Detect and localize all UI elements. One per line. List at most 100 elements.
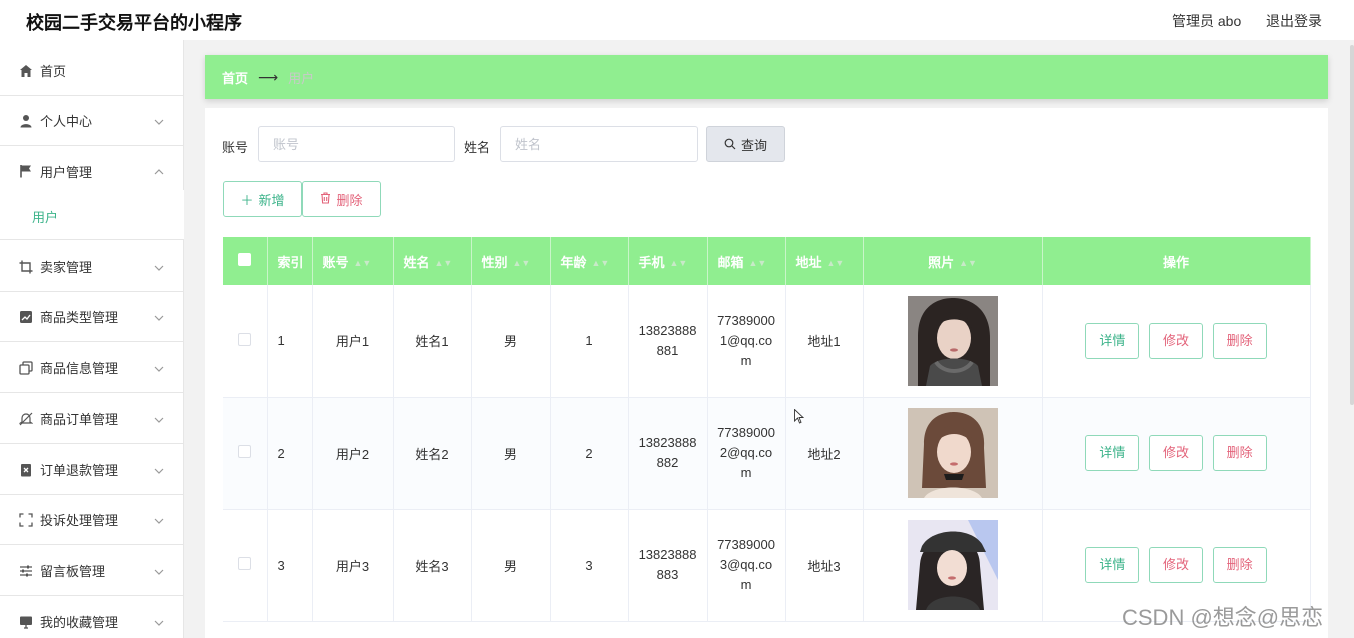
account-input[interactable] — [258, 126, 455, 162]
arrow-right-icon: ⟶ — [258, 68, 279, 85]
delete-button[interactable]: 删除 — [1212, 435, 1267, 471]
batch-delete-button[interactable]: 删除 — [302, 181, 381, 217]
chevron-up-icon — [154, 165, 164, 175]
watermark: CSDN @想念@思恋 — [1122, 605, 1324, 630]
header-address[interactable]: 地址 ▲▼ — [785, 237, 864, 285]
sidebar-item-refund[interactable]: 订单退款管理 — [0, 445, 184, 495]
sidebar-item-product-type[interactable]: 商品类型管理 — [0, 292, 184, 342]
select-all-checkbox[interactable] — [223, 237, 268, 285]
cell-age: 3 — [550, 509, 629, 622]
cell-account: 用户3 — [312, 509, 394, 622]
table-row: 2 用户2 姓名2 男 2 13823888882 773890002@qq.c… — [223, 397, 1311, 510]
sidebar-item-label: 商品订单管理 — [40, 412, 119, 427]
sort-icon[interactable]: ▲▼ — [513, 258, 531, 268]
add-button[interactable]: ＋ 新增 — [223, 181, 302, 217]
cell-address: 地址1 — [785, 285, 864, 398]
header-email[interactable]: 邮箱 ▲▼ — [707, 237, 786, 285]
delete-button[interactable]: 删除 — [1212, 547, 1267, 583]
chart-icon — [18, 309, 34, 325]
breadcrumb-home[interactable]: 首页 — [222, 68, 248, 87]
cell-email: 773890003@qq.com — [707, 509, 786, 622]
name-input[interactable] — [500, 126, 698, 162]
cell-actions: 详情 修改 删除 — [1042, 285, 1311, 398]
header-account[interactable]: 账号 ▲▼ — [312, 237, 394, 285]
sort-icon[interactable]: ▲▼ — [670, 258, 688, 268]
cell-gender: 男 — [471, 285, 551, 398]
row-checkbox[interactable] — [223, 285, 268, 398]
sidebar-item-product-info[interactable]: 商品信息管理 — [0, 343, 184, 393]
trash-icon — [320, 191, 331, 207]
detail-button[interactable]: 详情 — [1085, 322, 1140, 359]
sidebar-item-label: 留言板管理 — [40, 564, 106, 579]
sort-icon[interactable]: ▲▼ — [435, 258, 453, 268]
cell-index: 2 — [267, 397, 313, 510]
sidebar-item-user-management[interactable]: 用户管理 — [0, 146, 184, 196]
user-info: 管理员 abo — [1172, 13, 1242, 29]
chevron-down-icon — [154, 565, 164, 575]
header-name[interactable]: 姓名 ▲▼ — [393, 237, 472, 285]
sort-icon[interactable]: ▲▼ — [354, 258, 372, 268]
cell-phone: 13823888881 — [628, 285, 708, 398]
cell-age: 1 — [550, 285, 629, 398]
sidebar: 首页 个人中心 用户管理 用户 卖家管理 商品类型管理 商品信息管理 商品订单管… — [0, 40, 184, 638]
sidebar-subitem-user[interactable]: 用户 — [0, 190, 184, 240]
edit-button[interactable]: 修改 — [1149, 435, 1203, 471]
user-photo-1[interactable] — [907, 295, 998, 386]
sort-icon[interactable]: ▲▼ — [592, 258, 610, 268]
chevron-down-icon — [154, 464, 164, 474]
sidebar-item-profile[interactable]: 个人中心 — [0, 96, 184, 146]
sidebar-item-label: 商品信息管理 — [40, 361, 119, 376]
page-scrollbar[interactable] — [1350, 45, 1354, 405]
user-photo-2[interactable] — [907, 408, 998, 498]
cell-account: 用户2 — [312, 397, 394, 510]
edit-button[interactable]: 修改 — [1149, 547, 1203, 583]
account-label: 账号 — [222, 140, 249, 155]
sliders-icon — [18, 563, 34, 579]
query-button[interactable]: 查询 — [706, 126, 785, 162]
cell-gender: 男 — [471, 509, 551, 622]
logout-link[interactable]: 退出登录 — [1266, 11, 1322, 31]
cell-account: 用户1 — [312, 285, 394, 398]
header-actions: 操作 — [1042, 237, 1311, 285]
sort-icon[interactable]: ▲▼ — [959, 258, 977, 268]
sidebar-item-favorites[interactable]: 我的收藏管理 — [0, 597, 184, 638]
header-phone[interactable]: 手机 ▲▼ — [628, 237, 708, 285]
cell-photo — [863, 397, 1043, 510]
plus-icon: ＋ — [240, 192, 254, 208]
row-checkbox[interactable] — [223, 509, 268, 622]
delete-button-label: 删除 — [336, 192, 363, 208]
chevron-down-icon — [154, 514, 164, 524]
sidebar-subitem-label: 用户 — [32, 210, 59, 225]
cell-age: 2 — [550, 397, 629, 510]
sidebar-item-seller-management[interactable]: 卖家管理 — [0, 242, 184, 292]
header-photo[interactable]: 照片 ▲▼ — [863, 237, 1043, 285]
edit-button[interactable]: 修改 — [1149, 322, 1203, 359]
header-index: 索引 — [267, 237, 313, 285]
detail-button[interactable]: 详情 — [1085, 547, 1140, 583]
sidebar-item-label: 投诉处理管理 — [40, 513, 119, 528]
monitor-icon — [18, 614, 34, 630]
flag-icon — [18, 163, 34, 179]
detail-button[interactable]: 详情 — [1085, 435, 1140, 471]
user-photo-3[interactable] — [907, 520, 998, 610]
crop-icon — [18, 259, 34, 275]
breadcrumb-current: 用户 — [288, 70, 315, 86]
sort-icon[interactable]: ▲▼ — [749, 258, 767, 268]
sidebar-item-label: 个人中心 — [40, 114, 93, 129]
sidebar-item-home[interactable]: 首页 — [0, 46, 184, 96]
sidebar-item-complaint[interactable]: 投诉处理管理 — [0, 495, 184, 545]
cell-name: 姓名3 — [393, 509, 472, 622]
chevron-down-icon — [154, 616, 164, 626]
delete-button[interactable]: 删除 — [1212, 322, 1267, 359]
header-age[interactable]: 年龄 ▲▼ — [550, 237, 629, 285]
sidebar-item-message-board[interactable]: 留言板管理 — [0, 546, 184, 596]
sidebar-item-product-order[interactable]: 商品订单管理 — [0, 394, 184, 444]
header-gender[interactable]: 性别 ▲▼ — [471, 237, 551, 285]
chevron-down-icon — [154, 115, 164, 125]
row-checkbox[interactable] — [223, 397, 268, 510]
content-panel: 账号 姓名 查询 ＋ 新增 删除 索引 账号▲▼ 姓名▲▼ 性别▲▼ 年龄▲▼ … — [205, 108, 1328, 638]
sort-icon[interactable]: ▲▼ — [827, 258, 845, 268]
add-button-label: 新增 — [258, 192, 285, 208]
cell-email: 773890001@qq.com — [707, 285, 786, 398]
app-title: 校园二手交易平台的小程序 — [26, 13, 242, 33]
